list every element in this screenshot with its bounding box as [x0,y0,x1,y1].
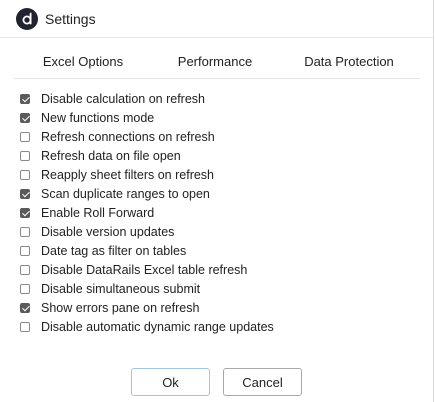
checkbox[interactable] [20,131,30,142]
checkbox[interactable] [20,93,30,104]
checkbox[interactable] [20,245,30,256]
option-disable-automatic-dynamic-range-updates[interactable]: Disable automatic dynamic range updates [20,317,274,336]
checkbox[interactable] [20,169,30,180]
option-disable-version-updates[interactable]: Disable version updates [20,222,274,241]
option-label: Reapply sheet filters on refresh [41,167,215,182]
option-label: Disable simultaneous submit [41,281,201,296]
option-reapply-sheet-filters-on-refresh[interactable]: Reapply sheet filters on refresh [20,165,274,184]
option-disable-calculation-on-refresh[interactable]: Disable calculation on refresh [20,89,274,108]
checkbox[interactable] [20,264,30,275]
window-title: Settings [45,11,96,27]
checkbox[interactable] [20,207,30,218]
option-label: Disable version updates [41,224,175,239]
checkbox[interactable] [20,150,30,161]
option-scan-duplicate-ranges-to-open[interactable]: Scan duplicate ranges to open [20,184,274,203]
checkbox[interactable] [20,321,30,332]
settings-tabs: Excel Options Performance Data Protectio… [14,47,420,79]
ok-button[interactable]: Ok [131,368,210,396]
option-label: Enable Roll Forward [41,205,155,220]
checkbox[interactable] [20,302,30,313]
title-bar: Settings [0,0,433,40]
option-refresh-connections-on-refresh[interactable]: Refresh connections on refresh [20,127,274,146]
option-refresh-data-on-file-open[interactable]: Refresh data on file open [20,146,274,165]
option-label: Disable DataRails Excel table refresh [41,262,248,277]
option-disable-simultaneous-submit[interactable]: Disable simultaneous submit [20,279,274,298]
option-label: Show errors pane on refresh [41,300,200,315]
checkbox[interactable] [20,283,30,294]
option-label: Scan duplicate ranges to open [41,186,210,201]
cancel-button[interactable]: Cancel [223,368,302,396]
option-label: Refresh connections on refresh [41,129,215,144]
settings-window: Settings Excel Options Performance Data … [0,0,434,402]
option-label: New functions mode [41,110,155,125]
tab-data-protection[interactable]: Data Protection [278,47,420,77]
option-disable-datarails-excel-table-refresh[interactable]: Disable DataRails Excel table refresh [20,260,274,279]
option-label: Date tag as filter on tables [41,243,187,258]
datarails-logo-icon [16,8,38,30]
option-label: Disable calculation on refresh [41,91,205,106]
option-label: Refresh data on file open [41,148,181,163]
tabs-divider [14,78,420,79]
option-date-tag-as-filter-on-tables[interactable]: Date tag as filter on tables [20,241,274,260]
title-divider [0,37,433,38]
checkbox[interactable] [20,188,30,199]
option-enable-roll-forward[interactable]: Enable Roll Forward [20,203,274,222]
checkbox[interactable] [20,112,30,123]
tab-performance[interactable]: Performance [152,47,278,77]
option-show-errors-pane-on-refresh[interactable]: Show errors pane on refresh [20,298,274,317]
option-new-functions-mode[interactable]: New functions mode [20,108,274,127]
excel-options-list: Disable calculation on refresh New funct… [20,89,274,336]
checkbox[interactable] [20,226,30,237]
option-label: Disable automatic dynamic range updates [41,319,274,334]
tab-excel-options[interactable]: Excel Options [14,47,152,77]
